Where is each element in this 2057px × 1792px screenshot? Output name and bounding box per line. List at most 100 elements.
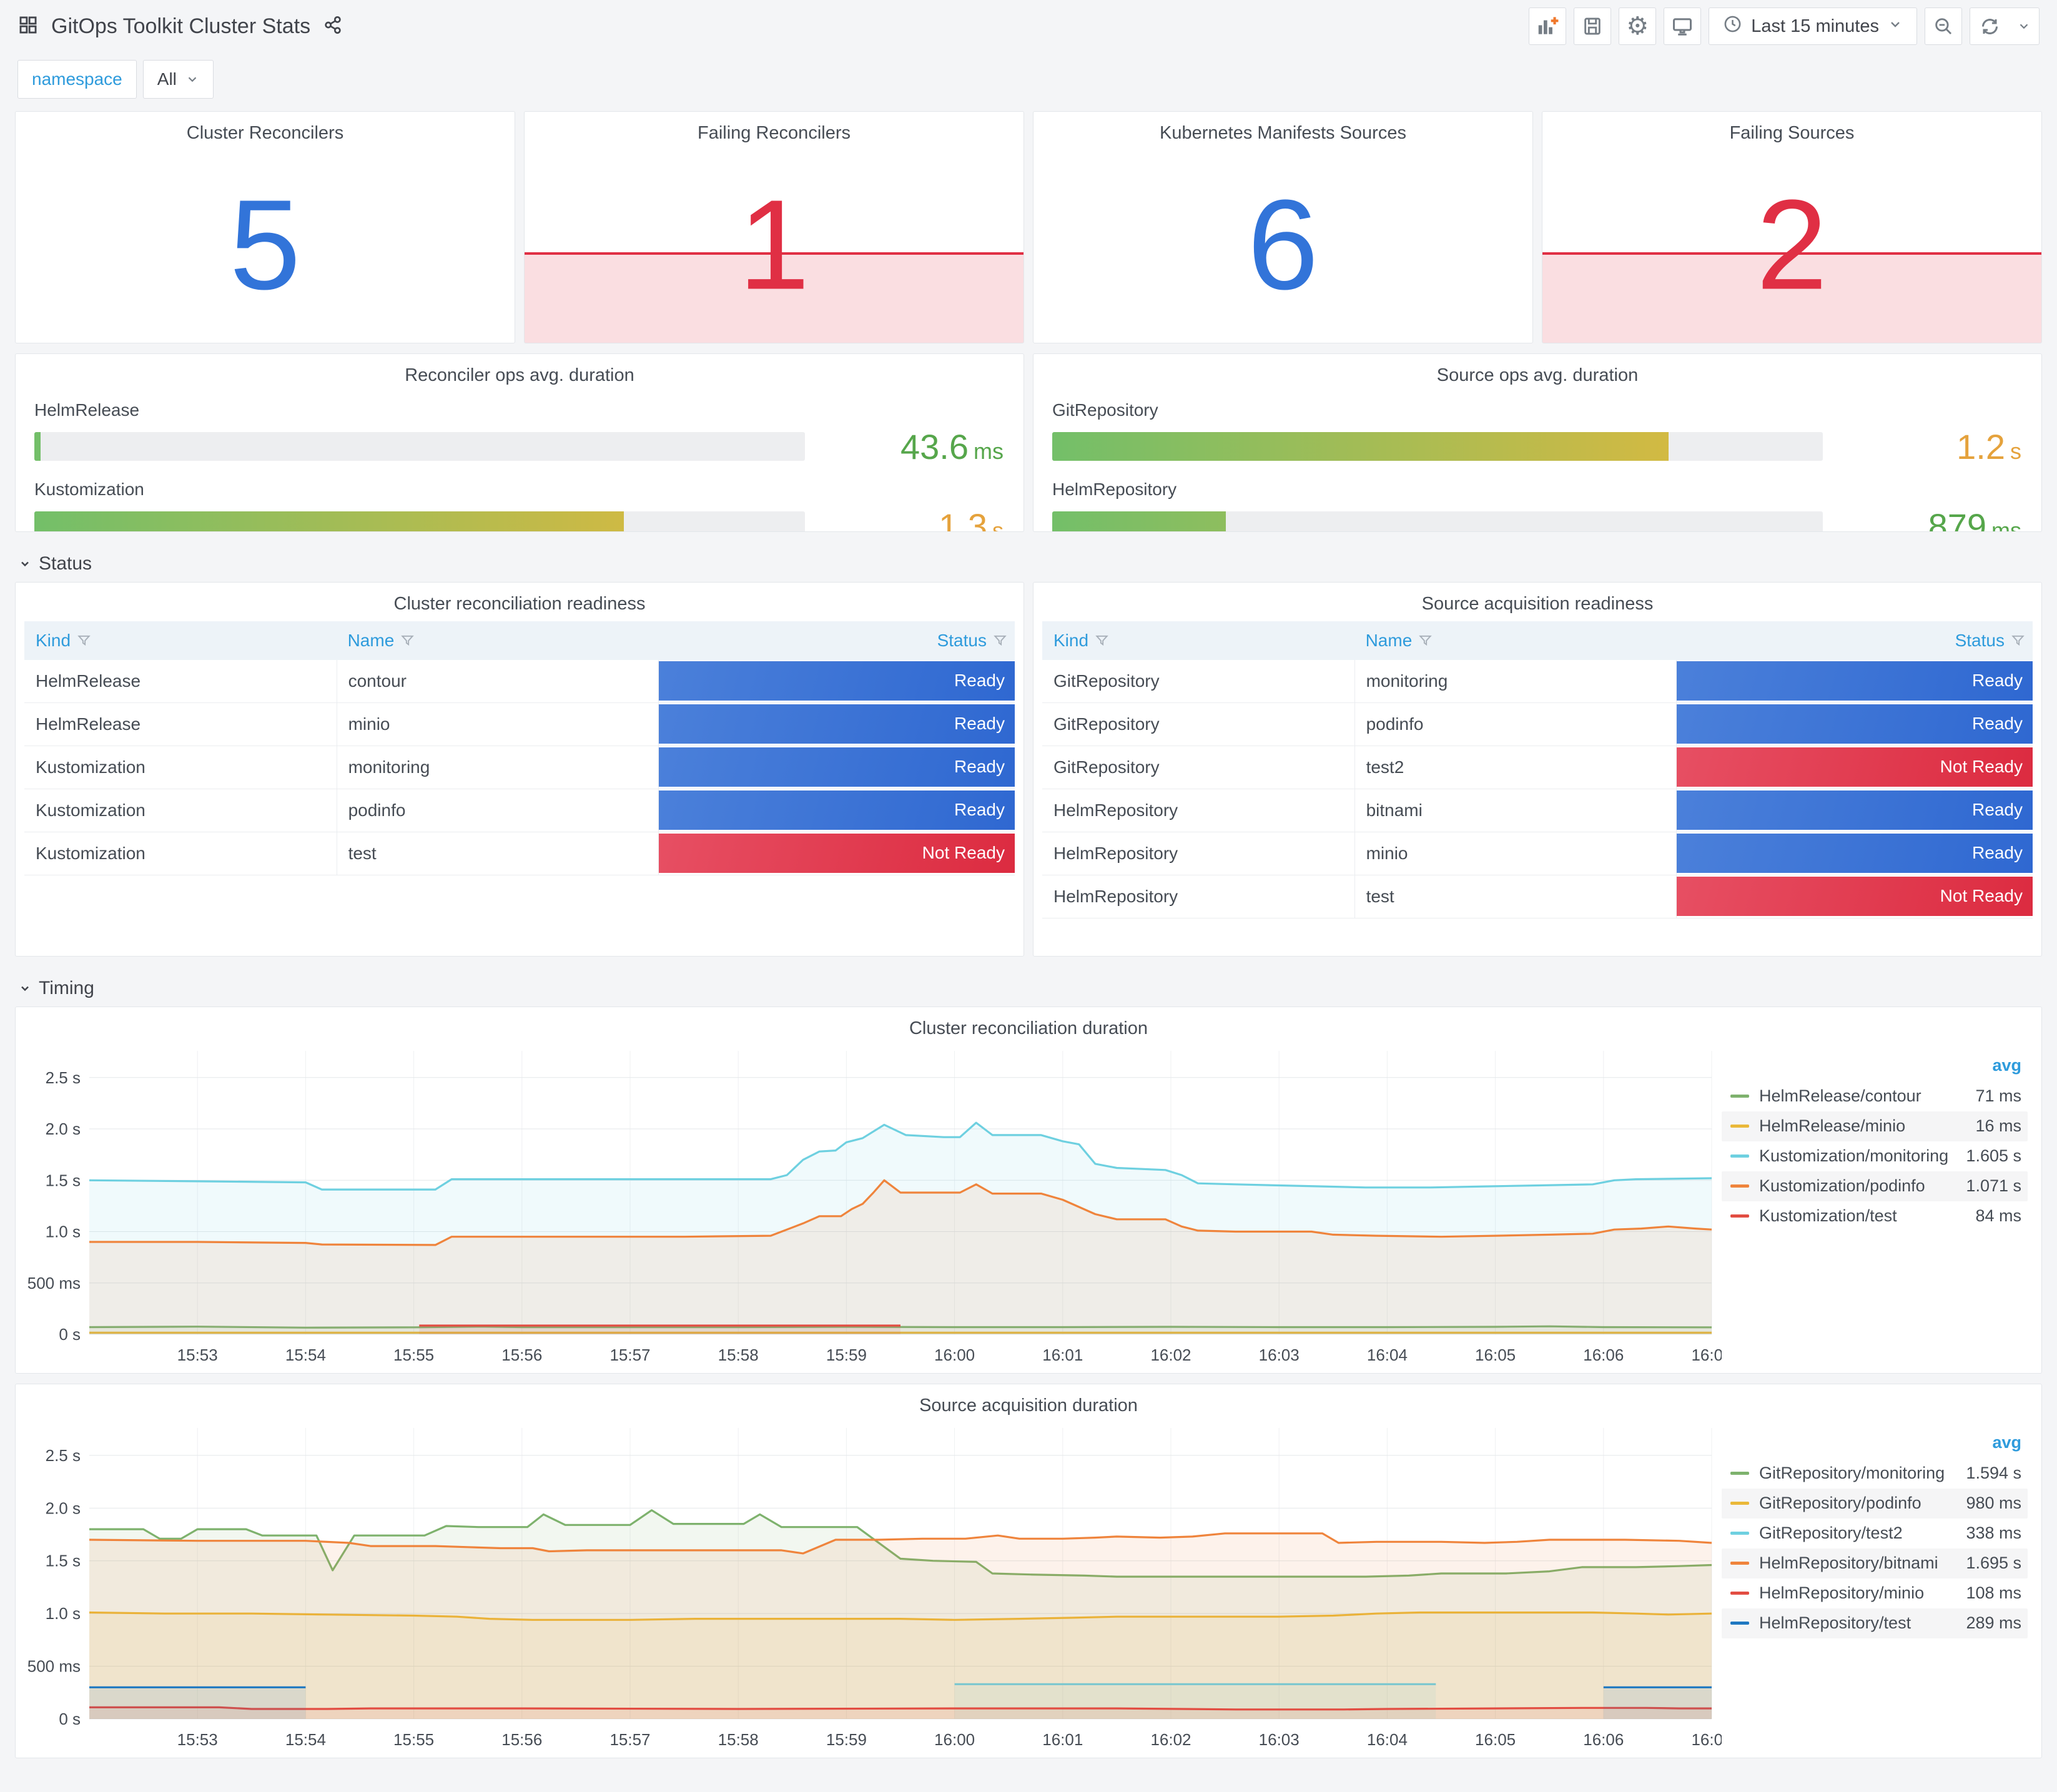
cell-kind: Kustomization bbox=[36, 843, 146, 863]
svg-text:15:58: 15:58 bbox=[718, 1346, 759, 1364]
svg-text:16:05: 16:05 bbox=[1475, 1730, 1516, 1749]
column-header-kind[interactable]: Kind bbox=[1042, 631, 1354, 651]
legend-series-name[interactable]: HelmRepository/bitnami bbox=[1759, 1553, 1966, 1573]
chart-body: 0 s 500 ms 1.0 s 1.5 s 2.0 s 2.5 s 15:53 15:54 1… bbox=[16, 1418, 2041, 1755]
panel-title[interactable]: Cluster reconciliation readiness bbox=[16, 583, 1024, 616]
legend-series-name[interactable]: HelmRepository/test bbox=[1759, 1613, 1966, 1633]
gear-icon: ⚙ bbox=[1626, 12, 1649, 40]
column-header-status[interactable]: Status bbox=[658, 631, 1015, 651]
dashboard-grid: Cluster Reconcilers 5 Failing Reconcilers 1… bbox=[0, 101, 2057, 1758]
chart-plot[interactable]: 0 s 500 ms 1.0 s 1.5 s 2.0 s 2.5 s 15:53 15:54 1… bbox=[16, 1041, 1732, 1371]
apps-grid-icon[interactable] bbox=[17, 14, 39, 39]
panel-title[interactable]: Source acquisition duration bbox=[16, 1384, 2041, 1418]
navbar-toolbar: ⚙ Last 15 minutes bbox=[1529, 7, 2040, 45]
legend-series-name[interactable]: GitRepository/monitoring bbox=[1759, 1464, 1966, 1483]
svg-text:500 ms: 500 ms bbox=[27, 1273, 81, 1292]
add-panel-button[interactable] bbox=[1529, 7, 1567, 45]
cycle-view-mode-button[interactable] bbox=[1664, 7, 1702, 45]
svg-text:2.0 s: 2.0 s bbox=[46, 1120, 81, 1138]
table: Kind Name Status GitRepository monitoring Rea… bbox=[1042, 621, 2033, 956]
column-header-status[interactable]: Status bbox=[1676, 631, 2033, 651]
table-row: Kustomization monitoring Ready bbox=[24, 746, 1015, 789]
panel-title[interactable]: Cluster Reconcilers bbox=[16, 112, 515, 145]
panel-title[interactable]: Failing Reconcilers bbox=[525, 112, 1024, 145]
chart-body: 0 s 500 ms 1.0 s 1.5 s 2.0 s 2.5 s 15:53 15:54 1… bbox=[16, 1041, 2041, 1371]
column-header-label: Status bbox=[1955, 630, 2005, 650]
svg-text:15:53: 15:53 bbox=[177, 1346, 218, 1364]
column-header-label: Name bbox=[347, 630, 395, 650]
legend-series-name[interactable]: HelmRelease/minio bbox=[1759, 1116, 1975, 1136]
legend-series-color bbox=[1730, 1532, 1749, 1535]
legend-row: Kustomization/monitoring 1.605 s bbox=[1722, 1141, 2028, 1171]
cell-kind: GitRepository bbox=[1053, 714, 1160, 734]
dashboard-settings-button[interactable]: ⚙ bbox=[1619, 7, 1657, 45]
section-title: Status bbox=[39, 553, 92, 574]
section-row-status[interactable]: Status bbox=[19, 553, 2042, 574]
refresh-interval-dropdown[interactable] bbox=[2009, 8, 2039, 44]
legend-series-color bbox=[1730, 1472, 1749, 1475]
status-badge: Not Ready bbox=[1677, 747, 2033, 787]
gauge-label: Kustomization bbox=[34, 479, 144, 499]
panel-title[interactable]: Source acquisition readiness bbox=[1033, 583, 2041, 616]
time-range-picker[interactable]: Last 15 minutes bbox=[1709, 7, 1917, 45]
legend-series-color bbox=[1730, 1502, 1749, 1505]
svg-text:16:05: 16:05 bbox=[1475, 1346, 1516, 1364]
table-row: GitRepository monitoring Ready bbox=[1042, 659, 2033, 703]
panel-source-acquisition-duration: Source acquisition duration 0 s 500 ms 1.0… bbox=[15, 1384, 2042, 1758]
navbar: GitOps Toolkit Cluster Stats ⚙ Last 15 m… bbox=[0, 0, 2057, 52]
panel-title[interactable]: Reconciler ops avg. duration bbox=[34, 354, 1005, 388]
gauge-value: 43.6 ms bbox=[805, 426, 1005, 467]
cell-kind: HelmRelease bbox=[36, 714, 141, 734]
refresh-button[interactable] bbox=[1970, 8, 2009, 44]
column-header-name[interactable]: Name bbox=[1354, 631, 1676, 651]
legend-avg-header[interactable]: avg bbox=[1722, 1056, 2028, 1081]
panel-title[interactable]: Cluster reconciliation duration bbox=[16, 1007, 2041, 1041]
svg-text:16:07: 16:07 bbox=[1691, 1346, 1722, 1364]
column-header-kind[interactable]: Kind bbox=[24, 631, 337, 651]
cell-status: Ready bbox=[658, 746, 1015, 789]
cell-name: monitoring bbox=[336, 746, 658, 789]
share-icon[interactable] bbox=[323, 15, 343, 38]
column-header-name[interactable]: Name bbox=[337, 631, 658, 651]
legend-series-name[interactable]: GitRepository/test2 bbox=[1759, 1524, 1966, 1543]
svg-text:16:06: 16:06 bbox=[1583, 1730, 1624, 1749]
panel-title[interactable]: Kubernetes Manifests Sources bbox=[1033, 112, 1532, 145]
variable-value-dropdown[interactable]: All bbox=[142, 60, 214, 99]
cell-status: Ready bbox=[658, 659, 1015, 702]
legend-series-name[interactable]: HelmRelease/contour bbox=[1759, 1086, 1975, 1106]
legend-avg-header[interactable]: avg bbox=[1722, 1433, 2028, 1459]
chart-svg[interactable]: 0 s 500 ms 1.0 s 1.5 s 2.0 s 2.5 s 15:53 15:54 1… bbox=[16, 1418, 1732, 1755]
svg-text:1.5 s: 1.5 s bbox=[46, 1551, 81, 1570]
table-row: HelmRepository bitnami Ready bbox=[1042, 789, 2033, 832]
chart-svg[interactable]: 0 s 500 ms 1.0 s 1.5 s 2.0 s 2.5 s 15:53 15:54 1… bbox=[16, 1041, 1732, 1371]
gauge-value-unit: s bbox=[2010, 438, 2021, 464]
time-range-label: Last 15 minutes bbox=[1751, 16, 1879, 36]
table-panel: Cluster reconciliation readiness Kind Name… bbox=[15, 582, 1024, 957]
legend-row: GitRepository/podinfo 980 ms bbox=[1722, 1488, 2028, 1519]
chart-plot[interactable]: 0 s 500 ms 1.0 s 1.5 s 2.0 s 2.5 s 15:53 15:54 1… bbox=[16, 1418, 1732, 1755]
svg-text:16:02: 16:02 bbox=[1150, 1730, 1191, 1749]
svg-text:16:04: 16:04 bbox=[1367, 1730, 1408, 1749]
filter-icon bbox=[2011, 636, 2025, 646]
tables-row: Cluster reconciliation readiness Kind Name… bbox=[15, 582, 2042, 957]
cell-name: minio bbox=[336, 702, 658, 746]
legend-series-name[interactable]: Kustomization/test bbox=[1759, 1206, 1975, 1226]
svg-text:16:03: 16:03 bbox=[1259, 1346, 1300, 1364]
gauge-track bbox=[34, 432, 805, 461]
svg-text:16:01: 16:01 bbox=[1042, 1346, 1083, 1364]
table-header-row: Kind Name Status bbox=[24, 621, 1015, 660]
panel-title[interactable]: Source ops avg. duration bbox=[1052, 354, 2023, 388]
legend-series-name[interactable]: GitRepository/podinfo bbox=[1759, 1494, 1966, 1513]
legend-row: HelmRepository/test 289 ms bbox=[1722, 1608, 2028, 1638]
legend-series-name[interactable]: Kustomization/monitoring bbox=[1759, 1146, 1966, 1166]
stat-panel: Failing Reconcilers 1 bbox=[524, 111, 1024, 343]
legend-series-name[interactable]: Kustomization/podinfo bbox=[1759, 1176, 1966, 1196]
panel-title[interactable]: Failing Sources bbox=[1542, 112, 2041, 145]
legend-series-name[interactable]: HelmRepository/minio bbox=[1759, 1583, 1966, 1603]
section-row-timing[interactable]: Timing bbox=[19, 978, 2042, 999]
table-row: Kustomization test Not Ready bbox=[24, 832, 1015, 875]
save-dashboard-button[interactable] bbox=[1574, 7, 1612, 45]
cell-name: monitoring bbox=[1354, 659, 1676, 702]
zoom-out-button[interactable] bbox=[1925, 7, 1962, 45]
table-row: HelmRepository test Not Ready bbox=[1042, 875, 2033, 918]
